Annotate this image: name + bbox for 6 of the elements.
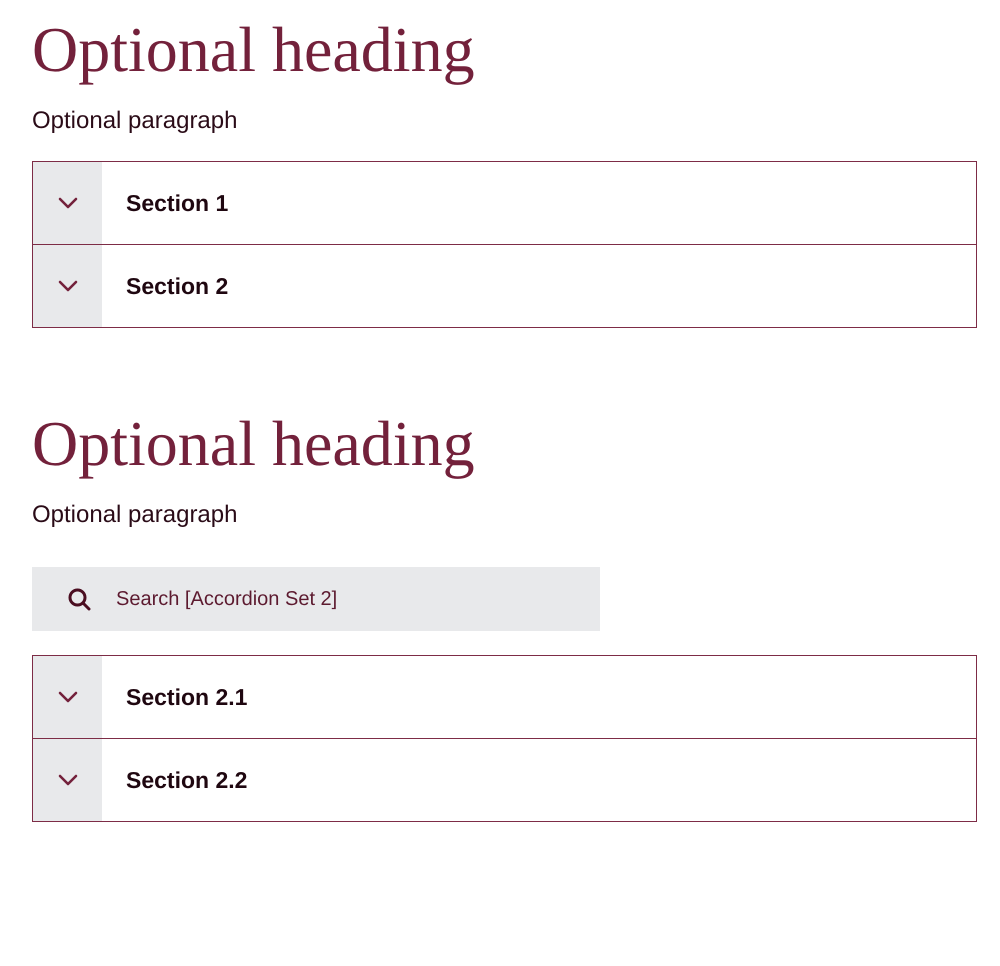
section-paragraph: Optional paragraph xyxy=(32,106,238,136)
section-heading: Optional heading xyxy=(32,13,475,87)
section-heading: Optional heading xyxy=(32,407,475,481)
search-icon xyxy=(68,588,91,611)
search-field[interactable]: Search [Accordion Set 2] xyxy=(32,567,600,631)
section-paragraph: Optional paragraph xyxy=(32,500,238,530)
